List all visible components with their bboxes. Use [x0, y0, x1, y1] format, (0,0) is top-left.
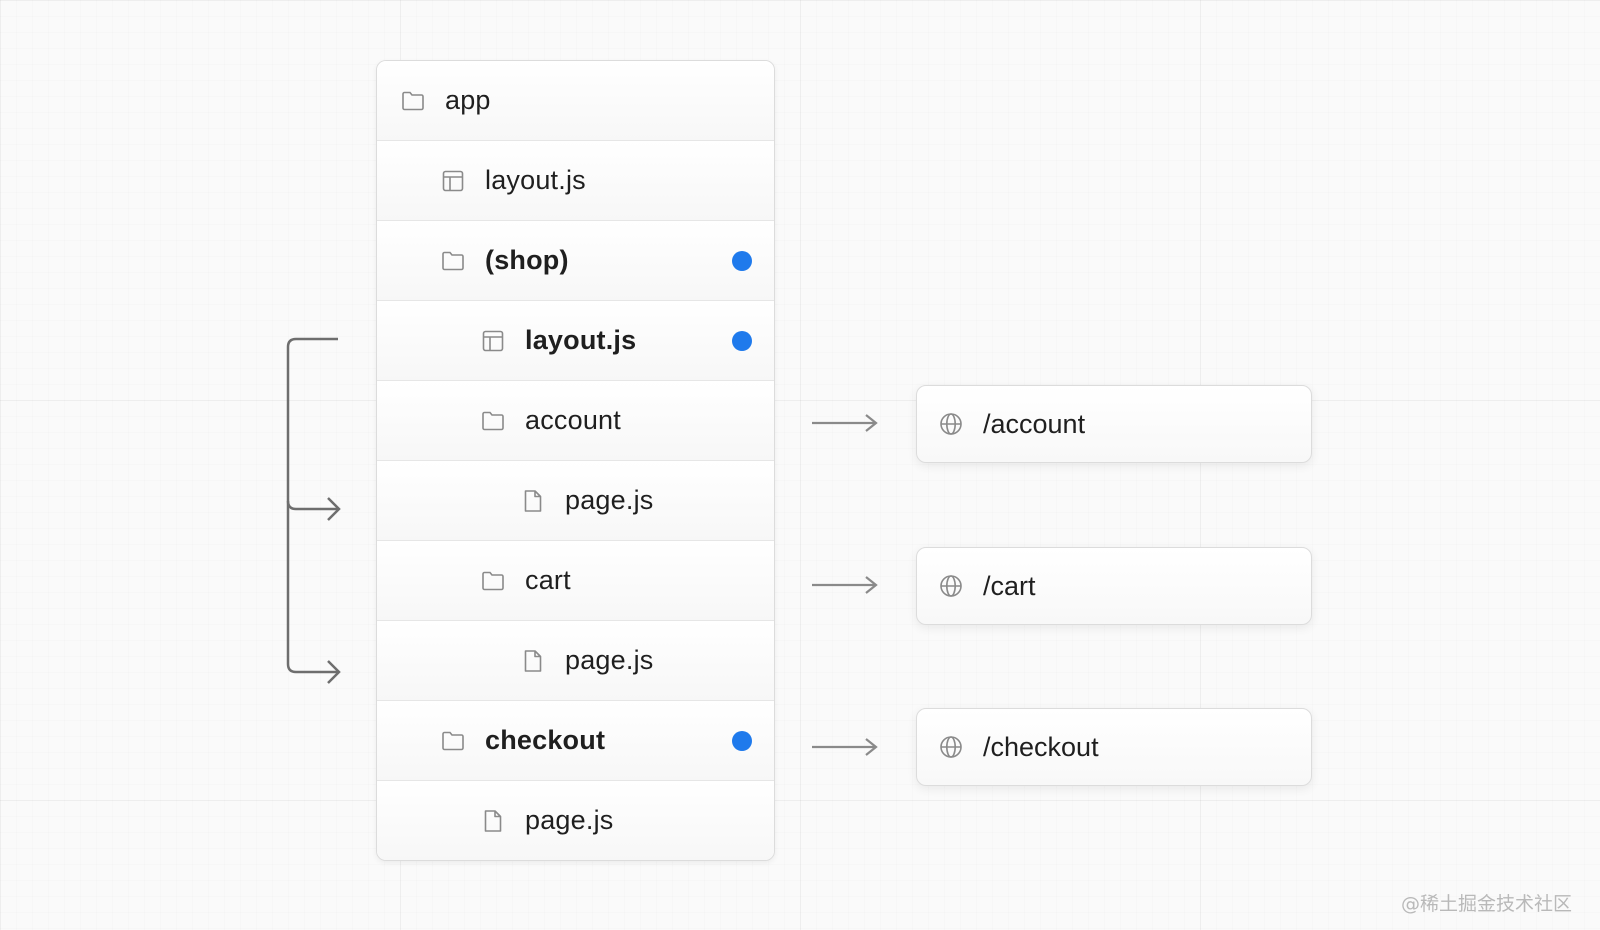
layout-bracket: [286, 337, 341, 684]
file-icon: [521, 649, 545, 673]
route-arrow-cart: [812, 576, 878, 594]
folder-icon: [481, 569, 505, 593]
tree-row-label: page.js: [525, 805, 614, 835]
route-arrow-checkout: [812, 738, 878, 756]
file-icon: [521, 489, 545, 513]
file-icon: [481, 809, 505, 833]
tree-row-cart-page[interactable]: page.js: [377, 620, 774, 700]
tree-row-account-page[interactable]: page.js: [377, 460, 774, 540]
route-arrow-account: [812, 414, 878, 432]
highlight-dot: [732, 330, 752, 351]
globe-icon: [939, 574, 963, 598]
tree-row-label: page.js: [565, 645, 654, 675]
folder-icon: [441, 729, 465, 753]
route-label: /cart: [983, 570, 1036, 601]
tree-row-label: cart: [525, 565, 571, 595]
tree-row-label: account: [525, 405, 621, 435]
watermark: @稀土掘金技术社区: [1400, 893, 1572, 915]
tree-row-checkout-page[interactable]: page.js: [377, 780, 774, 860]
tree-row-label: app: [445, 85, 491, 115]
tree-row-label: checkout: [485, 725, 606, 755]
tree-row-shop-layout[interactable]: layout.js: [377, 300, 774, 380]
tree-row-app[interactable]: app: [377, 61, 774, 140]
tree-row-cart[interactable]: cart: [377, 540, 774, 620]
globe-icon: [939, 412, 963, 436]
route-label: /checkout: [983, 731, 1099, 762]
globe-icon: [939, 735, 963, 759]
folder-icon: [441, 249, 465, 273]
tree-row-shop-group[interactable]: (shop): [377, 220, 774, 300]
layout-icon: [481, 329, 505, 353]
tree-row-account[interactable]: account: [377, 380, 774, 460]
tree-row-label: layout.js: [485, 165, 586, 195]
highlight-dot: [732, 250, 752, 271]
tree-row-label: (shop): [485, 245, 569, 275]
layout-icon: [441, 169, 465, 193]
tree-row-root-layout[interactable]: layout.js: [377, 140, 774, 220]
route-account[interactable]: /account: [916, 385, 1312, 463]
folder-icon: [481, 409, 505, 433]
tree-row-label: layout.js: [525, 325, 637, 355]
file-tree: app layout.js (shop) layout.js account p…: [376, 60, 775, 861]
route-label: /account: [983, 408, 1086, 439]
route-checkout[interactable]: /checkout: [916, 708, 1312, 786]
folder-icon: [401, 89, 425, 113]
tree-row-checkout[interactable]: checkout: [377, 700, 774, 780]
highlight-dot: [732, 730, 752, 751]
route-cart[interactable]: /cart: [916, 547, 1312, 625]
tree-row-label: page.js: [565, 485, 654, 515]
